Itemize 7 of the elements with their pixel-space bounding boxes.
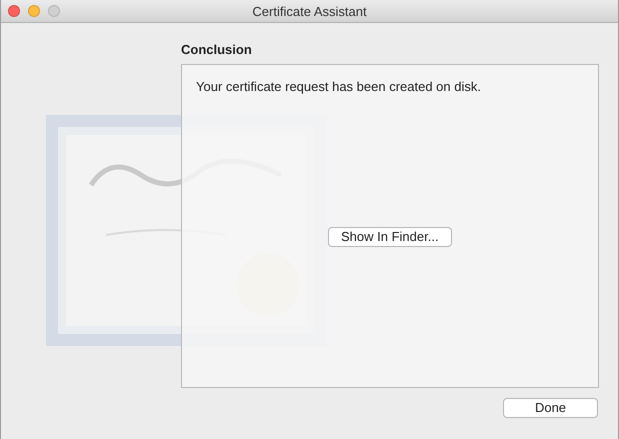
show-in-finder-button[interactable]: Show In Finder...	[328, 227, 452, 247]
status-message: Your certificate request has been created on disk.	[196, 78, 481, 96]
done-button[interactable]: Done	[503, 398, 598, 418]
minimize-button[interactable]	[28, 5, 40, 17]
section-heading: Conclusion	[181, 41, 252, 59]
close-button[interactable]	[8, 5, 20, 17]
window-title: Certificate Assistant	[252, 3, 367, 21]
